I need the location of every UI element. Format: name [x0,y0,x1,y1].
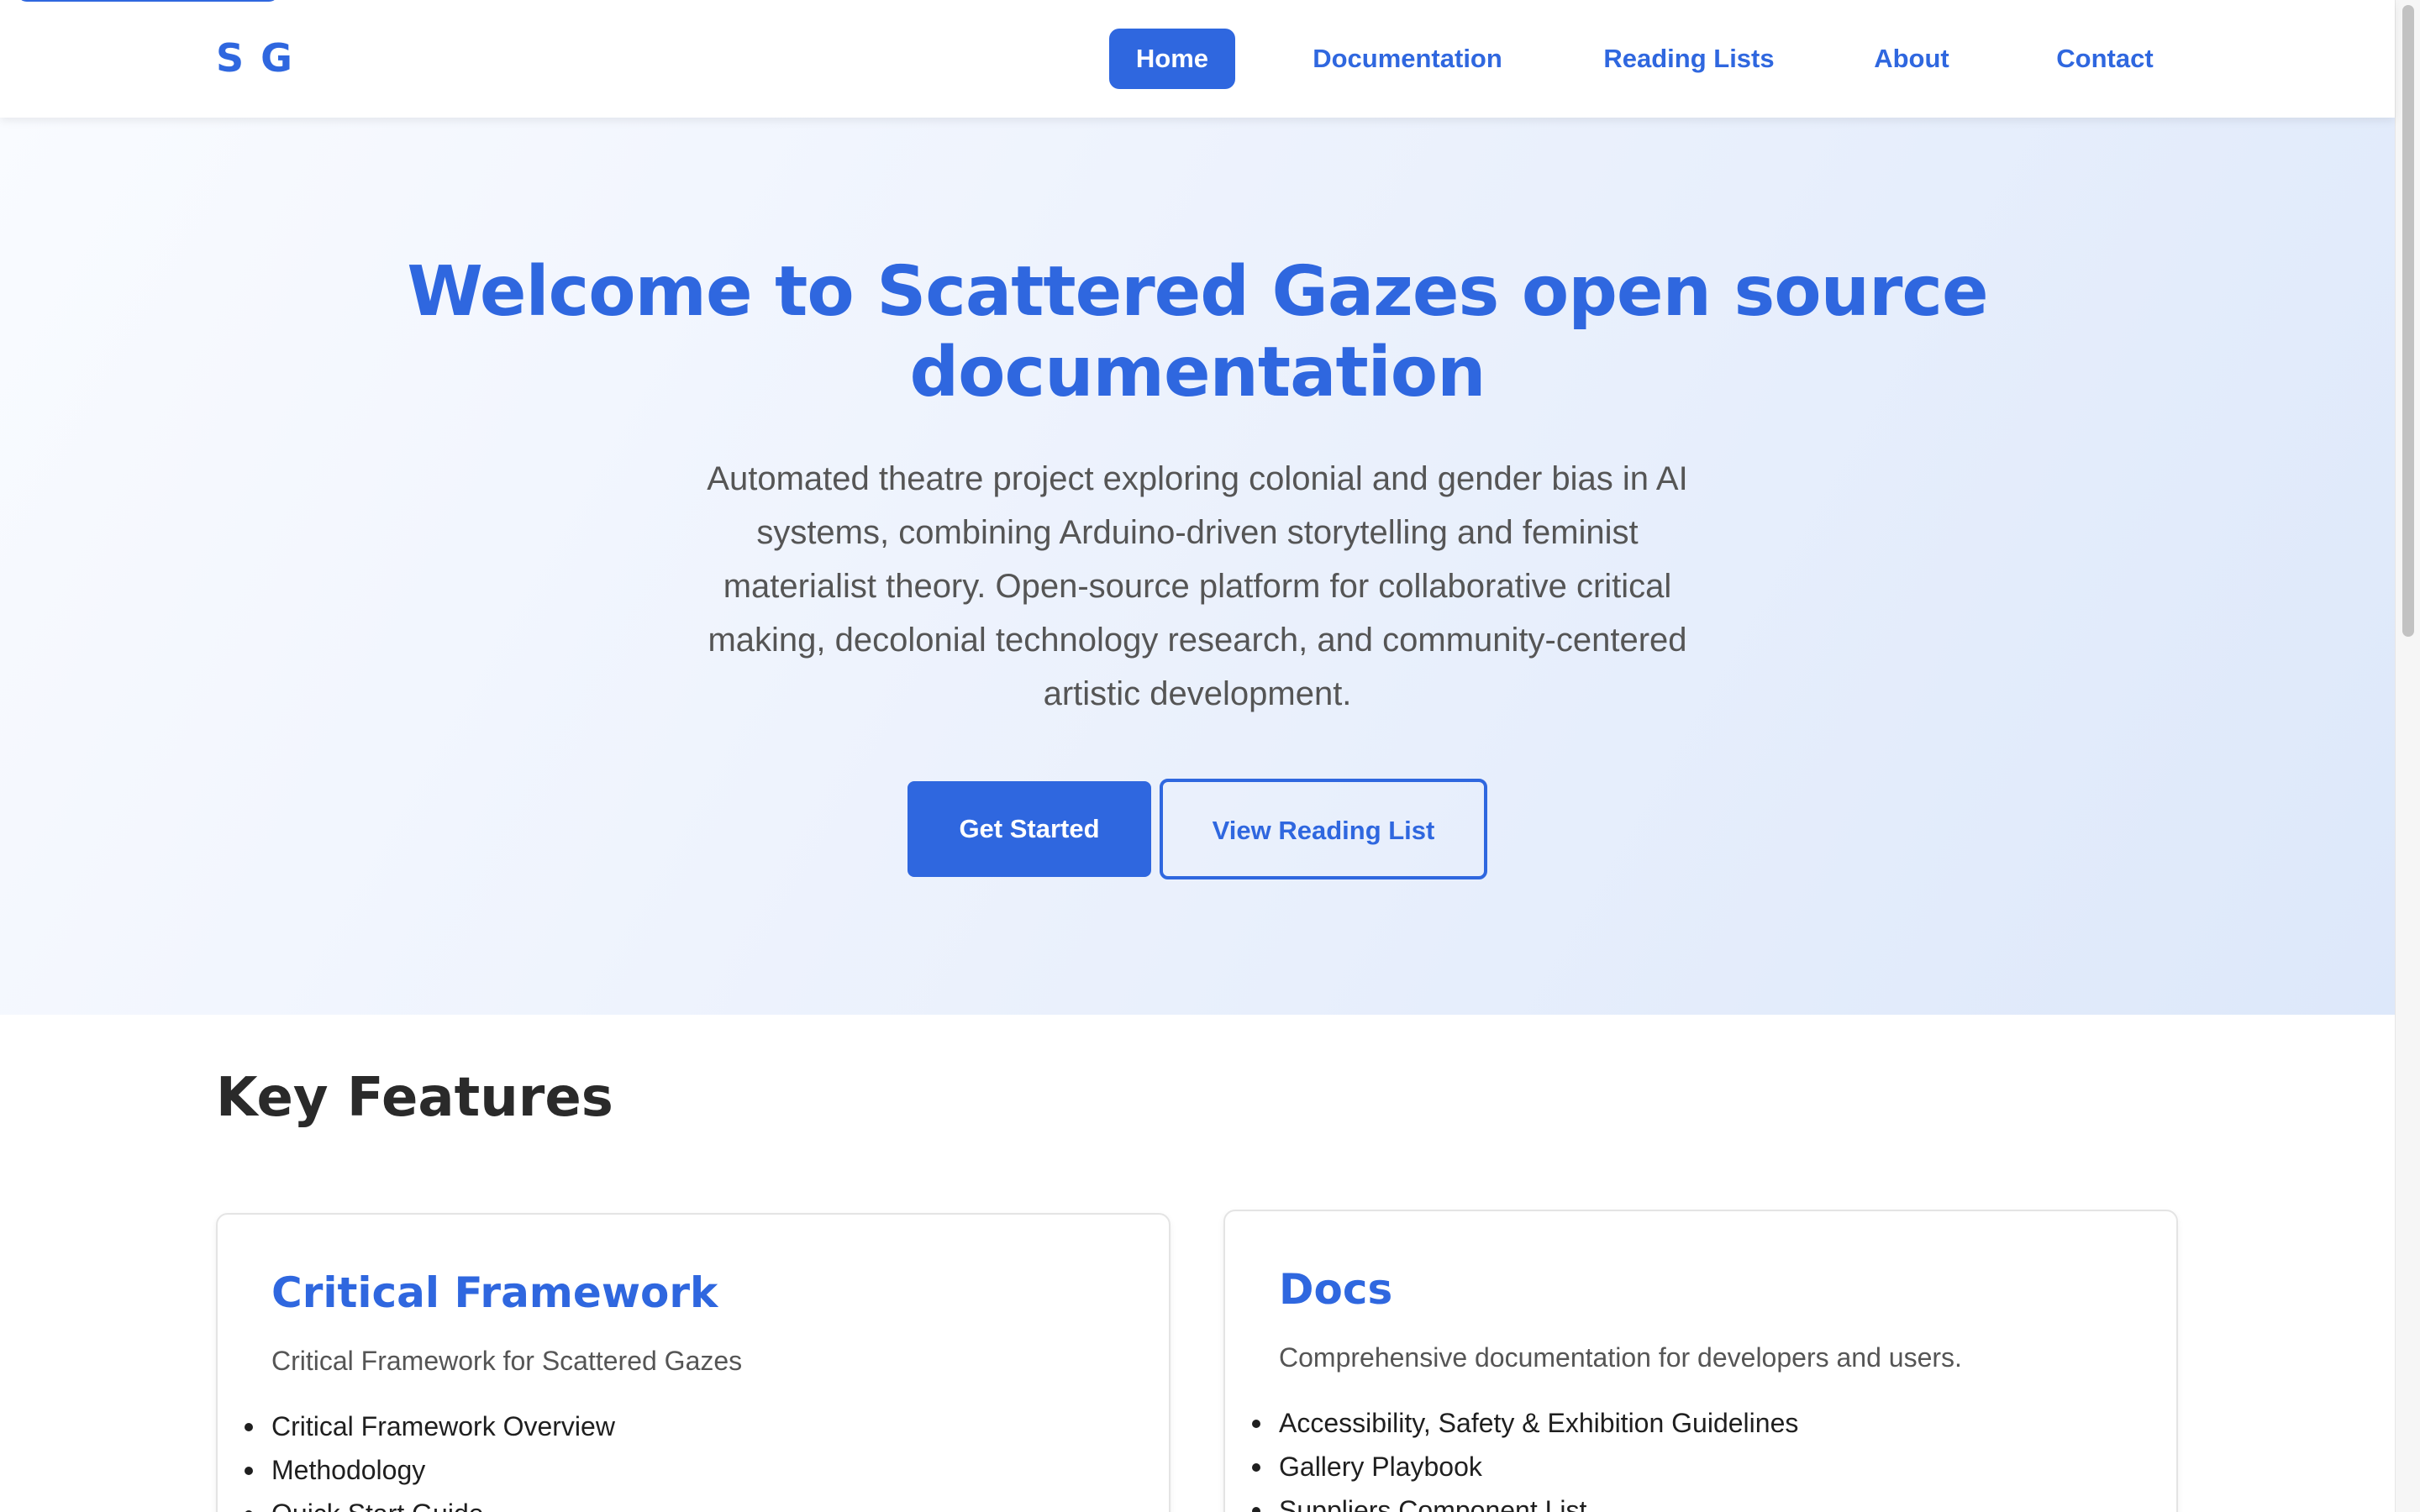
nav-documentation[interactable]: Documentation [1298,29,1517,89]
skip-to-content-link[interactable] [17,0,279,2]
list-item[interactable]: Gallery Playbook [1251,1445,1798,1488]
card-link-list: Accessibility, Safety & Exhibition Guide… [1251,1401,1798,1512]
page-scrollbar[interactable] [2395,0,2420,1512]
card-link-list: Critical Framework Overview Methodology … [245,1404,615,1512]
card-title: Docs [1279,1265,1393,1314]
hero-description: Automated theatre project exploring colo… [707,460,1688,712]
list-item[interactable]: Critical Framework Overview [245,1404,615,1448]
list-item[interactable]: Suppliers Component List [1251,1488,1798,1512]
key-features-heading: Key Features [216,1067,613,1129]
nav-home[interactable]: Home [1109,29,1235,89]
view-reading-list-button[interactable]: View Reading List [1160,779,1487,879]
hero-title: Welcome to Scattered Gazes open source d… [407,252,1988,412]
card-description: Critical Framework for Scattered Gazes [271,1346,743,1376]
get-started-button[interactable]: Get Started [908,781,1151,877]
card-title: Critical Framework [271,1268,718,1317]
nav-contact[interactable]: Contact [2038,29,2172,89]
nav-reading-lists[interactable]: Reading Lists [1580,29,1798,89]
feature-card-docs: Docs Comprehensive documentation for dev… [1223,1210,2178,1512]
hero-section: Welcome to Scattered Gazes open source d… [0,118,2395,1015]
list-item[interactable]: Accessibility, Safety & Exhibition Guide… [1251,1401,1798,1445]
feature-card-critical-framework: Critical Framework Critical Framework fo… [216,1213,1171,1512]
main-nav: Home Documentation Reading Lists About C… [0,29,2395,89]
list-item[interactable]: Methodology [245,1448,615,1492]
scrollbar-thumb[interactable] [2402,5,2414,637]
nav-about[interactable]: About [1861,29,1962,89]
card-description: Comprehensive documentation for develope… [1279,1342,1962,1373]
list-item[interactable]: Quick Start Guide [245,1492,615,1512]
site-header: S G Home Documentation Reading Lists Abo… [0,0,2395,118]
